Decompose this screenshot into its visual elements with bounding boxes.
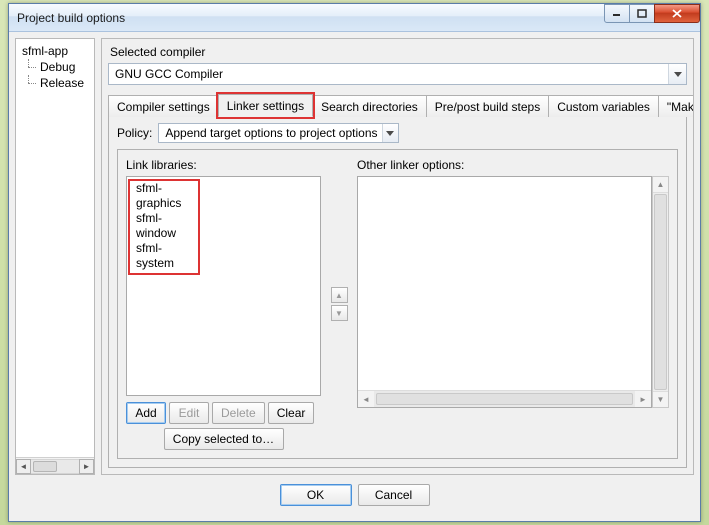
clear-button[interactable]: Clear bbox=[268, 402, 315, 424]
chevron-down-icon bbox=[382, 124, 398, 142]
window-title: Project build options bbox=[17, 11, 605, 25]
policy-label: Policy: bbox=[117, 126, 152, 140]
tree-root[interactable]: sfml-app bbox=[18, 43, 92, 59]
link-area: Link libraries: sfml-graphics sfml-windo… bbox=[117, 149, 678, 459]
options-pane: Selected compiler GNU GCC Compiler Compi… bbox=[101, 38, 694, 475]
upper-split: sfml-app Debug Release ◄ ► Selected comp… bbox=[15, 38, 694, 475]
scroll-left-icon[interactable]: ◄ bbox=[16, 459, 31, 474]
list-item[interactable]: sfml-graphics bbox=[132, 181, 196, 211]
ok-button[interactable]: OK bbox=[280, 484, 352, 506]
selected-compiler-label: Selected compiler bbox=[110, 45, 687, 59]
minimize-icon bbox=[612, 9, 622, 17]
list-item[interactable]: sfml-window bbox=[132, 211, 196, 241]
list-item[interactable]: sfml-system bbox=[132, 241, 196, 271]
maximize-icon bbox=[637, 9, 647, 18]
tree-item-release[interactable]: Release bbox=[18, 75, 92, 91]
dialog-window: Project build options sfml-app Debug Rel… bbox=[8, 3, 701, 522]
scroll-thumb[interactable] bbox=[654, 194, 667, 390]
other-linker-options-label: Other linker options: bbox=[357, 158, 669, 172]
copy-row: Copy selected to… bbox=[126, 428, 321, 450]
policy-combobox[interactable]: Append target options to project options bbox=[158, 123, 398, 143]
other-options-wrap: ◄ ► ▲ ▼ bbox=[357, 176, 669, 450]
library-buttons-row: Add Edit Delete Clear bbox=[126, 402, 321, 424]
link-libraries-column: Link libraries: sfml-graphics sfml-windo… bbox=[126, 158, 321, 450]
link-libraries-label: Link libraries: bbox=[126, 158, 321, 172]
scroll-thumb[interactable] bbox=[376, 393, 633, 405]
targets-tree-pane: sfml-app Debug Release ◄ ► bbox=[15, 38, 95, 475]
tab-strip: Compiler settings Linker settings Search… bbox=[108, 93, 687, 117]
scroll-right-icon[interactable]: ► bbox=[635, 391, 651, 407]
copy-selected-button[interactable]: Copy selected to… bbox=[164, 428, 284, 450]
other-horizontal-scrollbar[interactable]: ◄ ► bbox=[358, 390, 651, 407]
add-button[interactable]: Add bbox=[126, 402, 166, 424]
highlighted-libs-box: sfml-graphics sfml-window sfml-system bbox=[128, 179, 200, 275]
other-options-column: Other linker options: ◄ ► bbox=[357, 158, 669, 450]
tab-custom-variables[interactable]: Custom variables bbox=[548, 95, 659, 117]
close-button[interactable] bbox=[654, 4, 700, 23]
scroll-track[interactable] bbox=[653, 193, 668, 391]
client-area: sfml-app Debug Release ◄ ► Selected comp… bbox=[15, 38, 694, 515]
other-linker-options-textarea[interactable]: ◄ ► bbox=[357, 176, 652, 408]
move-buttons-column: ▲ ▼ bbox=[329, 158, 349, 450]
compiler-value: GNU GCC Compiler bbox=[115, 67, 223, 81]
maximize-button[interactable] bbox=[629, 4, 655, 23]
move-down-button[interactable]: ▼ bbox=[331, 305, 348, 321]
scroll-left-icon[interactable]: ◄ bbox=[358, 391, 374, 407]
scroll-track[interactable] bbox=[31, 459, 79, 474]
tab-body-linker: Policy: Append target options to project… bbox=[108, 117, 687, 468]
scroll-right-icon[interactable]: ► bbox=[79, 459, 94, 474]
titlebar[interactable]: Project build options bbox=[9, 4, 700, 32]
tab-make-commands[interactable]: "Make" commands bbox=[658, 95, 694, 117]
policy-value: Append target options to project options bbox=[165, 126, 377, 140]
tree-horizontal-scrollbar[interactable]: ◄ ► bbox=[16, 457, 94, 474]
tab-pre-post-build[interactable]: Pre/post build steps bbox=[426, 95, 549, 117]
scroll-up-icon[interactable]: ▲ bbox=[653, 177, 668, 193]
tree-item-debug[interactable]: Debug bbox=[18, 59, 92, 75]
chevron-down-icon bbox=[668, 64, 686, 84]
policy-row: Policy: Append target options to project… bbox=[117, 123, 678, 143]
scroll-down-icon[interactable]: ▼ bbox=[653, 391, 668, 407]
cancel-button[interactable]: Cancel bbox=[358, 484, 430, 506]
tab-search-directories[interactable]: Search directories bbox=[312, 95, 427, 117]
minimize-button[interactable] bbox=[604, 4, 630, 23]
delete-button[interactable]: Delete bbox=[212, 402, 265, 424]
edit-button[interactable]: Edit bbox=[169, 402, 209, 424]
other-vertical-scrollbar[interactable]: ▲ ▼ bbox=[652, 176, 669, 408]
close-icon bbox=[672, 9, 683, 18]
move-up-button[interactable]: ▲ bbox=[331, 287, 348, 303]
targets-tree[interactable]: sfml-app Debug Release bbox=[16, 39, 94, 457]
tab-linker-settings[interactable]: Linker settings bbox=[218, 94, 313, 117]
dialog-footer: OK Cancel bbox=[15, 475, 694, 515]
link-libraries-list[interactable]: sfml-graphics sfml-window sfml-system bbox=[126, 176, 321, 396]
tab-compiler-settings[interactable]: Compiler settings bbox=[108, 95, 219, 117]
compiler-combobox[interactable]: GNU GCC Compiler bbox=[108, 63, 687, 85]
scroll-thumb[interactable] bbox=[33, 461, 57, 472]
scroll-track[interactable] bbox=[374, 391, 635, 407]
window-buttons bbox=[605, 4, 700, 23]
